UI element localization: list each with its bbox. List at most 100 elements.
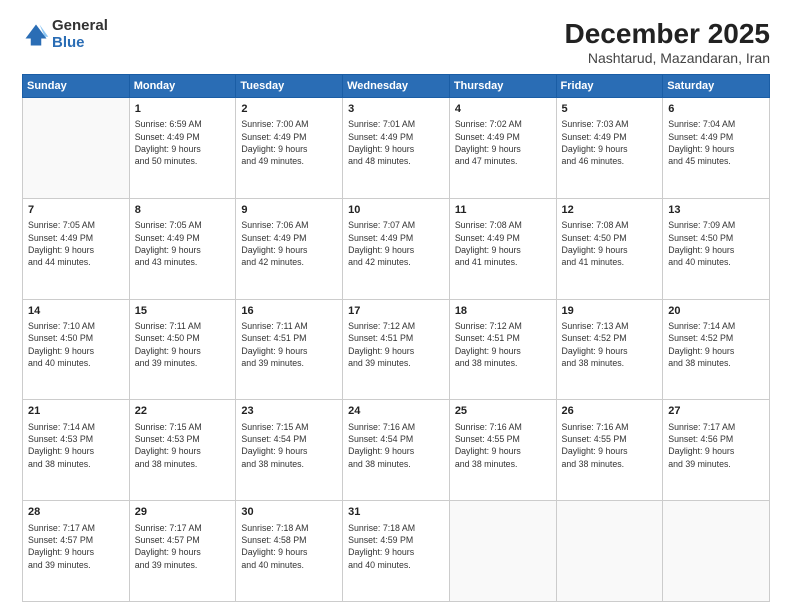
calendar-day-cell: 7Sunrise: 7:05 AMSunset: 4:49 PMDaylight… bbox=[23, 198, 130, 299]
calendar-day-cell: 24 Sunrise: 7:16 AMSunset: 4:54 PMDayligh… bbox=[343, 400, 450, 501]
day-info: Sunrise: 7:17 AMSunset: 4:57 PMDaylight:… bbox=[135, 522, 231, 571]
day-number: 13 bbox=[668, 203, 764, 218]
day-info: Sunrise: 7:16 AMSunset: 4:54 PMDaylight:… bbox=[348, 421, 444, 470]
logo-blue-text: Blue bbox=[52, 35, 108, 52]
calendar-day-cell: 8Sunrise: 7:05 AMSunset: 4:49 PMDaylight… bbox=[129, 198, 236, 299]
calendar-day-cell bbox=[556, 501, 663, 602]
calendar-day-cell: 29 Sunrise: 7:17 AMSunset: 4:57 PMDayligh… bbox=[129, 501, 236, 602]
calendar-table: SundayMondayTuesdayWednesdayThursdayFrid… bbox=[22, 74, 770, 602]
day-number: 18 bbox=[455, 304, 551, 319]
day-info: Sunrise: 7:12 AMSunset: 4:51 PMDaylight:… bbox=[348, 320, 444, 369]
day-info: Sunrise: 6:59 AMSunset: 4:49 PMDaylight:… bbox=[135, 118, 231, 167]
day-number: 19 bbox=[562, 304, 658, 319]
day-number: 4 bbox=[455, 102, 551, 117]
calendar-day-cell: 23Sunrise: 7:15 AMSunset: 4:54 PMDayligh… bbox=[236, 400, 343, 501]
calendar-day-cell bbox=[23, 98, 130, 199]
day-number: 1 bbox=[135, 102, 231, 117]
day-info: Sunrise: 7:13 AMSunset: 4:52 PMDaylight:… bbox=[562, 320, 658, 369]
day-info: Sunrise: 7:02 AMSunset: 4:49 PMDaylight:… bbox=[455, 118, 551, 167]
calendar-week-row: 28Sunrise: 7:17 AMSunset: 4:57 PMDayligh… bbox=[23, 501, 770, 602]
day-info: Sunrise: 7:18 AMSunset: 4:58 PMDaylight:… bbox=[241, 522, 337, 571]
day-info: Sunrise: 7:08 AMSunset: 4:49 PMDaylight:… bbox=[455, 219, 551, 268]
day-number: 5 bbox=[562, 102, 658, 117]
day-info: Sunrise: 7:18 AMSunset: 4:59 PMDaylight:… bbox=[348, 522, 444, 571]
day-of-week-header: Monday bbox=[129, 75, 236, 98]
day-number: 10 bbox=[348, 203, 444, 218]
day-number: 12 bbox=[562, 203, 658, 218]
calendar-day-cell: 25Sunrise: 7:16 AMSunset: 4:55 PMDayligh… bbox=[449, 400, 556, 501]
calendar-day-cell: 11Sunrise: 7:08 AMSunset: 4:49 PMDayligh… bbox=[449, 198, 556, 299]
day-info: Sunrise: 7:17 AMSunset: 4:57 PMDaylight:… bbox=[28, 522, 124, 571]
header-row: SundayMondayTuesdayWednesdayThursdayFrid… bbox=[23, 75, 770, 98]
calendar-day-cell: 15Sunrise: 7:11 AMSunset: 4:50 PMDayligh… bbox=[129, 299, 236, 400]
day-info: Sunrise: 7:08 AMSunset: 4:50 PMDaylight:… bbox=[562, 219, 658, 268]
calendar-day-cell: 3Sunrise: 7:01 AMSunset: 4:49 PMDaylight… bbox=[343, 98, 450, 199]
calendar-day-cell: 13Sunrise: 7:09 AMSunset: 4:50 PMDayligh… bbox=[663, 198, 770, 299]
calendar-day-cell: 27 Sunrise: 7:17 AMSunset: 4:56 PMDayligh… bbox=[663, 400, 770, 501]
calendar-day-cell: 31 Sunrise: 7:18 AMSunset: 4:59 PMDayligh… bbox=[343, 501, 450, 602]
day-number: 20 bbox=[668, 304, 764, 319]
calendar-title: December 2025 bbox=[565, 18, 770, 50]
day-info: Sunrise: 7:17 AMSunset: 4:56 PMDaylight:… bbox=[668, 421, 764, 470]
day-info: Sunrise: 7:11 AMSunset: 4:50 PMDaylight:… bbox=[135, 320, 231, 369]
calendar-day-cell: 20Sunrise: 7:14 AMSunset: 4:52 PMDayligh… bbox=[663, 299, 770, 400]
day-number: 31 bbox=[348, 505, 444, 520]
calendar-day-cell: 16Sunrise: 7:11 AMSunset: 4:51 PMDayligh… bbox=[236, 299, 343, 400]
day-number: 16 bbox=[241, 304, 337, 319]
day-of-week-header: Tuesday bbox=[236, 75, 343, 98]
calendar-day-cell bbox=[663, 501, 770, 602]
calendar-week-row: 1Sunrise: 6:59 AMSunset: 4:49 PMDaylight… bbox=[23, 98, 770, 199]
calendar-day-cell: 22Sunrise: 7:15 AMSunset: 4:53 PMDayligh… bbox=[129, 400, 236, 501]
day-info: Sunrise: 7:15 AMSunset: 4:53 PMDaylight:… bbox=[135, 421, 231, 470]
calendar-day-cell bbox=[449, 501, 556, 602]
logo-text: General Blue bbox=[52, 18, 108, 51]
calendar-day-cell: 10Sunrise: 7:07 AMSunset: 4:49 PMDayligh… bbox=[343, 198, 450, 299]
day-of-week-header: Saturday bbox=[663, 75, 770, 98]
calendar-day-cell: 4Sunrise: 7:02 AMSunset: 4:49 PMDaylight… bbox=[449, 98, 556, 199]
day-number: 11 bbox=[455, 203, 551, 218]
day-info: Sunrise: 7:04 AMSunset: 4:49 PMDaylight:… bbox=[668, 118, 764, 167]
logo-general-text: General bbox=[52, 18, 108, 35]
day-info: Sunrise: 7:10 AMSunset: 4:50 PMDaylight:… bbox=[28, 320, 124, 369]
day-number: 15 bbox=[135, 304, 231, 319]
calendar-week-row: 14Sunrise: 7:10 AMSunset: 4:50 PMDayligh… bbox=[23, 299, 770, 400]
day-info: Sunrise: 7:14 AMSunset: 4:52 PMDaylight:… bbox=[668, 320, 764, 369]
day-info: Sunrise: 7:07 AMSunset: 4:49 PMDaylight:… bbox=[348, 219, 444, 268]
day-info: Sunrise: 7:05 AMSunset: 4:49 PMDaylight:… bbox=[135, 219, 231, 268]
calendar-header: SundayMondayTuesdayWednesdayThursdayFrid… bbox=[23, 75, 770, 98]
calendar-day-cell: 9Sunrise: 7:06 AMSunset: 4:49 PMDaylight… bbox=[236, 198, 343, 299]
calendar-day-cell: 6Sunrise: 7:04 AMSunset: 4:49 PMDaylight… bbox=[663, 98, 770, 199]
day-info: Sunrise: 7:12 AMSunset: 4:51 PMDaylight:… bbox=[455, 320, 551, 369]
day-number: 9 bbox=[241, 203, 337, 218]
day-number: 21 bbox=[28, 404, 124, 419]
day-number: 30 bbox=[241, 505, 337, 520]
day-number: 14 bbox=[28, 304, 124, 319]
day-of-week-header: Thursday bbox=[449, 75, 556, 98]
calendar-day-cell: 18Sunrise: 7:12 AMSunset: 4:51 PMDayligh… bbox=[449, 299, 556, 400]
calendar-body: 1Sunrise: 6:59 AMSunset: 4:49 PMDaylight… bbox=[23, 98, 770, 602]
day-info: Sunrise: 7:00 AMSunset: 4:49 PMDaylight:… bbox=[241, 118, 337, 167]
day-info: Sunrise: 7:16 AMSunset: 4:55 PMDaylight:… bbox=[562, 421, 658, 470]
day-number: 3 bbox=[348, 102, 444, 117]
calendar-subtitle: Nashtarud, Mazandaran, Iran bbox=[565, 50, 770, 66]
day-info: Sunrise: 7:03 AMSunset: 4:49 PMDaylight:… bbox=[562, 118, 658, 167]
day-info: Sunrise: 7:15 AMSunset: 4:54 PMDaylight:… bbox=[241, 421, 337, 470]
day-info: Sunrise: 7:06 AMSunset: 4:49 PMDaylight:… bbox=[241, 219, 337, 268]
calendar-day-cell: 30 Sunrise: 7:18 AMSunset: 4:58 PMDayligh… bbox=[236, 501, 343, 602]
calendar-day-cell: 1Sunrise: 6:59 AMSunset: 4:49 PMDaylight… bbox=[129, 98, 236, 199]
calendar-day-cell: 19Sunrise: 7:13 AMSunset: 4:52 PMDayligh… bbox=[556, 299, 663, 400]
calendar-day-cell: 2Sunrise: 7:00 AMSunset: 4:49 PMDaylight… bbox=[236, 98, 343, 199]
calendar-day-cell: 28Sunrise: 7:17 AMSunset: 4:57 PMDayligh… bbox=[23, 501, 130, 602]
calendar-week-row: 21Sunrise: 7:14 AMSunset: 4:53 PMDayligh… bbox=[23, 400, 770, 501]
day-number: 25 bbox=[455, 404, 551, 419]
day-number: 29 bbox=[135, 505, 231, 520]
calendar-week-row: 7Sunrise: 7:05 AMSunset: 4:49 PMDaylight… bbox=[23, 198, 770, 299]
calendar-day-cell: 26Sunrise: 7:16 AMSunset: 4:55 PMDayligh… bbox=[556, 400, 663, 501]
day-of-week-header: Wednesday bbox=[343, 75, 450, 98]
calendar-day-cell: 14Sunrise: 7:10 AMSunset: 4:50 PMDayligh… bbox=[23, 299, 130, 400]
header: General Blue December 2025 Nashtarud, Ma… bbox=[22, 18, 770, 66]
day-number: 8 bbox=[135, 203, 231, 218]
day-number: 27 bbox=[668, 404, 764, 419]
day-number: 24 bbox=[348, 404, 444, 419]
day-info: Sunrise: 7:11 AMSunset: 4:51 PMDaylight:… bbox=[241, 320, 337, 369]
